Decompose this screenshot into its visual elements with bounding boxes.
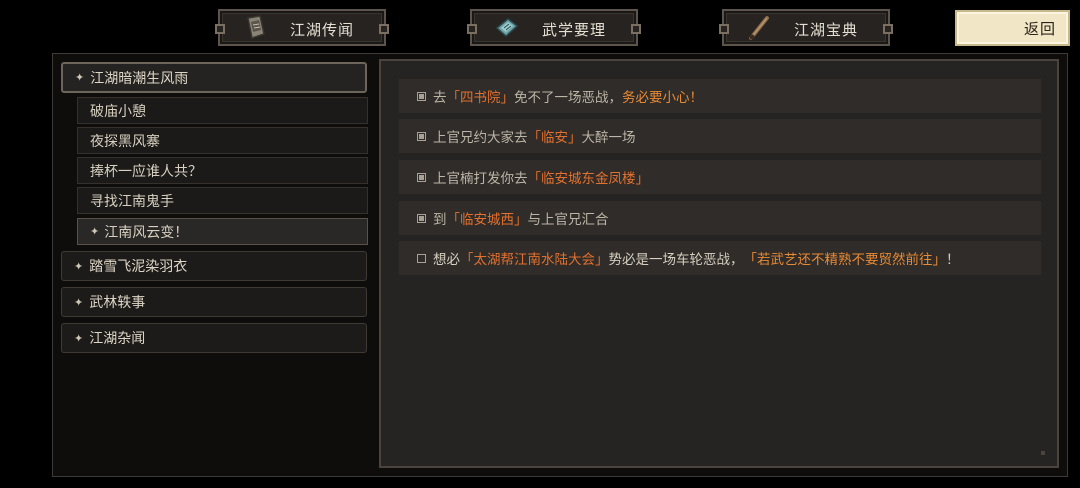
tab-label: 江湖传闻 bbox=[290, 21, 355, 39]
brush-icon bbox=[749, 16, 769, 40]
quest-item[interactable]: 捧杯一应谁人共？ bbox=[77, 157, 368, 184]
checkbox-checked-icon bbox=[417, 91, 426, 101]
quest-item-label: 江南风云变！ bbox=[104, 224, 189, 241]
objective-location: 「太湖帮江南水陆大会」 bbox=[460, 252, 609, 268]
back-button[interactable]: 返回 bbox=[955, 10, 1070, 46]
checkbox-checked-icon bbox=[417, 172, 426, 182]
objective-location: 「四书院」 bbox=[446, 90, 515, 106]
tab-jianghu-treasury[interactable]: 江湖宝典 bbox=[719, 9, 893, 46]
tab-label: 武学要理 bbox=[542, 21, 607, 39]
objective-text: 到 bbox=[433, 212, 447, 228]
quest-item-selected[interactable]: ✦ 江南风云变！ bbox=[77, 218, 368, 245]
quest-group[interactable]: ✦ 武林轶事 bbox=[61, 287, 367, 317]
objective-text: 去 bbox=[433, 90, 447, 106]
scroll-icon bbox=[247, 15, 265, 39]
star-icon: ✦ bbox=[90, 225, 100, 238]
tab-martial-principles[interactable]: 武学要理 bbox=[467, 9, 641, 46]
quest-objective-current: 想必 「太湖帮江南水陆大会」 势必是一场车轮恶战， 「若武艺还不精熟不要贸然前往… bbox=[399, 241, 1041, 275]
checkbox-checked-icon bbox=[417, 131, 426, 141]
scrollbar-indicator bbox=[1041, 451, 1045, 455]
objective-text: 与上官兄汇合 bbox=[527, 212, 609, 228]
tab-jianghu-rumors[interactable]: 江湖传闻 bbox=[215, 9, 389, 46]
quest-group-expanded[interactable]: ✦ 江湖暗潮生风雨 bbox=[61, 62, 367, 93]
quest-log-frame: ✦ 江湖暗潮生风雨 破庙小憩 夜探黑风寨 捧杯一应谁人共？ 寻找江南鬼手 ✦ 江… bbox=[52, 53, 1068, 477]
quest-item-label: 夜探黑风寨 bbox=[90, 133, 160, 150]
objective-text: 想必 bbox=[433, 252, 460, 268]
objective-location: 「临安城东金凤楼」 bbox=[527, 171, 650, 187]
objective-location: 「临安」 bbox=[527, 130, 582, 146]
star-icon: ✦ bbox=[74, 259, 84, 273]
quest-group-label: 武林轶事 bbox=[89, 295, 146, 311]
quest-group-label: 江湖杂闻 bbox=[89, 331, 146, 347]
quest-objective: 上官楠打发你去 「临安城东金凤楼」 bbox=[399, 160, 1041, 194]
quest-group[interactable]: ✦ 江湖杂闻 bbox=[61, 323, 367, 353]
objective-warning: 务必要小心！ bbox=[622, 90, 703, 106]
star-icon: ✦ bbox=[74, 295, 84, 309]
quest-objective: 到 「临安城西」 与上官兄汇合 bbox=[399, 201, 1041, 235]
quest-group[interactable]: ✦ 踏雪飞泥染羽衣 bbox=[61, 251, 367, 281]
objective-text: 势必是一场车轮恶战， bbox=[608, 252, 744, 268]
objective-text: 上官楠打发你去 bbox=[433, 171, 528, 187]
quest-item-label: 破庙小憩 bbox=[90, 103, 146, 120]
quest-item[interactable]: 破庙小憩 bbox=[77, 97, 368, 124]
checkbox-empty-icon bbox=[417, 253, 426, 263]
objective-text: ！ bbox=[946, 252, 960, 268]
quest-item-label: 寻找江南鬼手 bbox=[90, 193, 174, 210]
quest-item-label: 捧杯一应谁人共？ bbox=[90, 163, 202, 180]
quest-group-label: 踏雪飞泥染羽衣 bbox=[89, 259, 188, 275]
objective-warning: 「若武艺还不精熟不要贸然前往」 bbox=[743, 252, 947, 268]
tab-label: 江湖宝典 bbox=[794, 21, 859, 39]
star-icon: ✦ bbox=[75, 71, 85, 84]
star-icon: ✦ bbox=[74, 331, 84, 345]
quest-objective: 上官兄约大家去 「临安」 大醉一场 bbox=[399, 119, 1041, 153]
objective-location: 「临安城西」 bbox=[446, 212, 528, 228]
checkbox-checked-icon bbox=[417, 213, 426, 223]
book-icon bbox=[495, 18, 519, 38]
quest-objective: 去 「四书院」 免不了一场恶战， 务必要小心！ bbox=[399, 79, 1041, 113]
quest-objectives-panel: 去 「四书院」 免不了一场恶战， 务必要小心！ 上官兄约大家去 「临安」 大醉一… bbox=[379, 59, 1059, 468]
quest-group-label: 江湖暗潮生风雨 bbox=[90, 70, 189, 87]
objective-text: 大醉一场 bbox=[581, 130, 636, 146]
objective-text: 上官兄约大家去 bbox=[433, 130, 528, 146]
quest-item[interactable]: 寻找江南鬼手 bbox=[77, 187, 368, 214]
quest-item[interactable]: 夜探黑风寨 bbox=[77, 127, 368, 154]
objective-text: 免不了一场恶战， bbox=[514, 90, 622, 106]
quest-category-list: ✦ 江湖暗潮生风雨 破庙小憩 夜探黑风寨 捧杯一应谁人共？ 寻找江南鬼手 ✦ 江… bbox=[53, 54, 375, 476]
